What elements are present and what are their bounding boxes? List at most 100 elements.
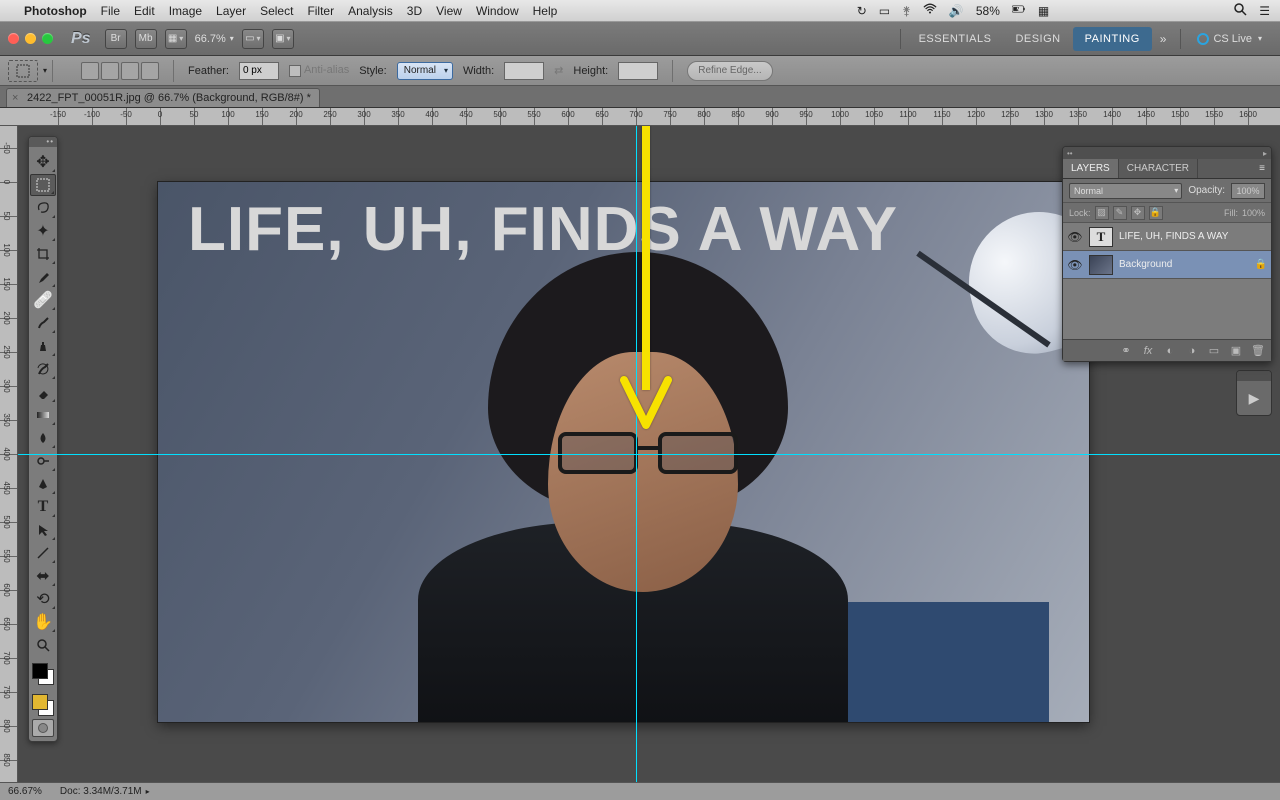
crop-tool[interactable]: [30, 243, 56, 265]
menu-list-icon[interactable]: ☰: [1259, 4, 1270, 18]
wifi-icon[interactable]: [923, 2, 937, 19]
refine-edge-button[interactable]: Refine Edge...: [687, 61, 772, 81]
document-tab[interactable]: × 2422_FPT_00051R.jpg @ 66.7% (Backgroun…: [6, 88, 320, 107]
pen-tool[interactable]: [30, 473, 56, 495]
lasso-tool[interactable]: [30, 197, 56, 219]
bridge-button[interactable]: Br: [105, 29, 127, 49]
toolbox-header[interactable]: ••: [29, 137, 57, 147]
healing-brush-tool[interactable]: 🩹: [30, 289, 56, 311]
menu-image[interactable]: Image: [169, 4, 202, 18]
menu-file[interactable]: File: [101, 4, 120, 18]
close-window-button[interactable]: [8, 33, 19, 44]
opacity-value[interactable]: 100%: [1231, 183, 1265, 199]
clone-stamp-tool[interactable]: [30, 335, 56, 357]
magic-wand-tool[interactable]: ✦: [30, 220, 56, 242]
selection-subtract-button[interactable]: [121, 62, 139, 80]
new-layer-icon[interactable]: ▣: [1229, 344, 1243, 358]
view-extras-button[interactable]: ▣: [272, 29, 294, 49]
lock-all-icon[interactable]: 🔒: [1149, 206, 1163, 220]
layer-background[interactable]: 👁 Background 🔒: [1063, 251, 1271, 279]
selection-add-button[interactable]: [101, 62, 119, 80]
minimize-window-button[interactable]: [25, 33, 36, 44]
layer-fx-icon[interactable]: fx: [1141, 344, 1155, 358]
workspace-design[interactable]: DESIGN: [1003, 27, 1072, 51]
path-selection-tool[interactable]: [30, 519, 56, 541]
app-name[interactable]: Photoshop: [24, 4, 87, 18]
gradient-tool[interactable]: [30, 404, 56, 426]
layers-panel-header[interactable]: ••▸: [1063, 147, 1271, 159]
volume-icon[interactable]: 🔊: [949, 4, 964, 18]
arrange-documents-button[interactable]: ▦: [165, 29, 187, 49]
tab-character[interactable]: CHARACTER: [1119, 159, 1198, 178]
selection-intersect-button[interactable]: [141, 62, 159, 80]
menu-analysis[interactable]: Analysis: [348, 4, 393, 18]
eraser-tool[interactable]: [30, 381, 56, 403]
guide-vertical[interactable]: [636, 126, 637, 782]
menu-filter[interactable]: Filter: [307, 4, 334, 18]
tab-layers[interactable]: LAYERS: [1063, 159, 1119, 178]
guide-horizontal[interactable]: [18, 454, 1280, 455]
blur-tool[interactable]: [30, 427, 56, 449]
eyedropper-tool[interactable]: [30, 266, 56, 288]
date-icon[interactable]: ▦: [1038, 4, 1049, 18]
menu-select[interactable]: Select: [260, 4, 293, 18]
workspace-essentials[interactable]: ESSENTIALS: [907, 27, 1004, 51]
collapsed-panel[interactable]: ▶: [1236, 370, 1272, 416]
battery-icon[interactable]: [1012, 2, 1026, 19]
menu-window[interactable]: Window: [476, 4, 519, 18]
tool-preset-picker[interactable]: [8, 60, 38, 82]
menu-3d[interactable]: 3D: [407, 4, 422, 18]
color-swatch-default[interactable]: [30, 661, 56, 687]
lock-transparency-icon[interactable]: ▨: [1095, 206, 1109, 220]
status-zoom[interactable]: 66.67%: [8, 786, 42, 797]
move-tool[interactable]: ✥: [30, 151, 56, 173]
vertical-ruler[interactable]: -500501001502002503003504004505005506006…: [0, 126, 18, 782]
zoom-window-button[interactable]: [42, 33, 53, 44]
color-swatch-current[interactable]: [30, 692, 56, 718]
type-tool[interactable]: T: [30, 496, 56, 518]
blend-mode-select[interactable]: Normal: [1069, 183, 1182, 199]
spotlight-icon[interactable]: [1233, 2, 1247, 19]
layer-mask-icon[interactable]: ◐: [1163, 344, 1177, 358]
cs-live-button[interactable]: CS Live: [1187, 33, 1272, 45]
layer-visibility-icon[interactable]: 👁: [1067, 230, 1083, 244]
airplay-icon[interactable]: ▭: [879, 4, 890, 18]
menu-edit[interactable]: Edit: [134, 4, 155, 18]
delete-layer-icon[interactable]: 🗑: [1251, 344, 1265, 358]
lock-position-icon[interactable]: ✥: [1131, 206, 1145, 220]
history-brush-tool[interactable]: [30, 358, 56, 380]
selection-new-button[interactable]: [81, 62, 99, 80]
line-tool[interactable]: [30, 542, 56, 564]
status-doc-size[interactable]: Doc: 3.34M/3.71M▸: [60, 786, 150, 797]
workspace-more-button[interactable]: »: [1152, 32, 1175, 46]
time-machine-icon[interactable]: ↻: [857, 4, 867, 18]
zoom-tool[interactable]: [30, 634, 56, 656]
hand-tool[interactable]: ✋: [30, 611, 56, 633]
zoom-level-dropdown[interactable]: 66.7%: [195, 33, 234, 45]
link-layers-icon[interactable]: ⚭: [1119, 344, 1133, 358]
quick-mask-button[interactable]: [32, 719, 54, 737]
feather-input[interactable]: [239, 62, 279, 80]
screen-mode-button[interactable]: ▭: [242, 29, 264, 49]
close-document-icon[interactable]: ×: [12, 92, 18, 104]
fill-value[interactable]: 100%: [1242, 208, 1265, 218]
bluetooth-icon[interactable]: ⚵: [902, 4, 911, 18]
canvas[interactable]: LIFE, UH, FINDS A WAY: [158, 182, 1089, 722]
horizontal-ruler[interactable]: -150-100-5005010015020025030035040045050…: [0, 108, 1280, 126]
adjustment-layer-icon[interactable]: ◑: [1185, 344, 1199, 358]
group-icon[interactable]: ▭: [1207, 344, 1221, 358]
3d-tool[interactable]: ⬌: [30, 565, 56, 587]
brush-tool[interactable]: [30, 312, 56, 334]
lock-pixels-icon[interactable]: ✎: [1113, 206, 1127, 220]
workspace-painting[interactable]: PAINTING: [1073, 27, 1152, 51]
menu-view[interactable]: View: [436, 4, 462, 18]
3d-camera-tool[interactable]: ⟲: [30, 588, 56, 610]
style-select[interactable]: Normal: [397, 62, 453, 80]
minibridge-button[interactable]: Mb: [135, 29, 157, 49]
layer-visibility-icon[interactable]: 👁: [1067, 258, 1083, 272]
menu-help[interactable]: Help: [533, 4, 558, 18]
panel-menu-icon[interactable]: ≡: [1253, 159, 1271, 178]
marquee-tool[interactable]: [30, 174, 56, 196]
menu-layer[interactable]: Layer: [216, 4, 246, 18]
antialias-checkbox[interactable]: Anti-alias: [289, 64, 349, 76]
